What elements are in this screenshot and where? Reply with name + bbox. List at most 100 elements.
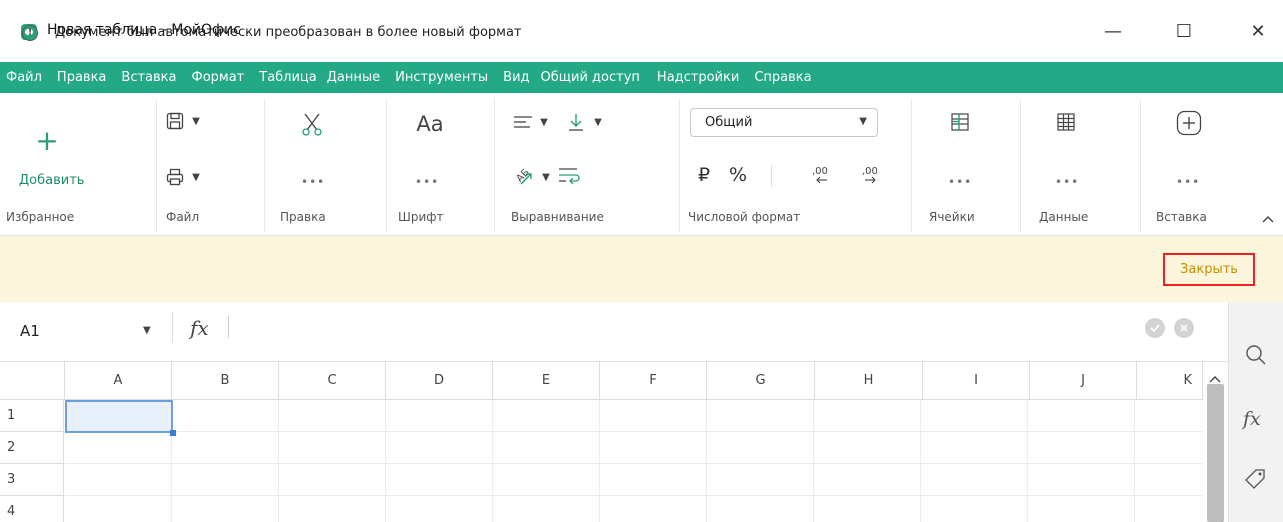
- ribbon-divider: [386, 99, 387, 232]
- notification-bar: [0, 236, 1283, 302]
- horizontal-align-chevron-icon[interactable]: ▼: [538, 116, 550, 128]
- number-format-select[interactable]: Общий ▼: [690, 108, 878, 137]
- cells-more-icon[interactable]: •••: [948, 175, 972, 189]
- horizontal-align-icon[interactable]: [512, 113, 534, 131]
- data-table-icon[interactable]: [1055, 111, 1077, 133]
- row-header[interactable]: 1: [0, 400, 64, 432]
- menu-data[interactable]: Данные: [327, 70, 380, 85]
- fill-handle[interactable]: [170, 430, 176, 436]
- save-icon[interactable]: [165, 110, 185, 132]
- collapse-ribbon-chevron-icon[interactable]: [1260, 211, 1276, 227]
- save-dropdown-chevron-icon[interactable]: ▼: [190, 115, 202, 127]
- group-label-cells: Ячейки: [929, 210, 975, 224]
- font-icon[interactable]: Aa: [410, 111, 450, 137]
- column-header[interactable]: K: [1137, 362, 1203, 400]
- fx-icon[interactable]: fx: [190, 316, 209, 340]
- search-icon[interactable]: [1245, 344, 1267, 370]
- column-header[interactable]: C: [279, 362, 386, 400]
- add-icon[interactable]: +: [34, 124, 60, 157]
- menu-bar: Файл Правка Вставка Формат Таблица Данны…: [0, 62, 1283, 93]
- group-label-alignment: Выравнивание: [511, 210, 604, 224]
- column-header[interactable]: J: [1030, 362, 1137, 400]
- cell-reference-chevron-icon[interactable]: ▼: [143, 325, 151, 336]
- vertical-align-icon[interactable]: [566, 111, 586, 133]
- cells-icon[interactable]: [949, 111, 971, 133]
- formula-bar: [0, 302, 1228, 362]
- svg-text:,00: ,00: [812, 166, 828, 177]
- formula-input[interactable]: [228, 316, 229, 338]
- minimize-button[interactable]: —: [1093, 14, 1133, 48]
- print-dropdown-chevron-icon[interactable]: ▼: [190, 171, 202, 183]
- ribbon-divider: [679, 99, 680, 232]
- data-more-icon[interactable]: •••: [1055, 175, 1079, 189]
- add-favorite-button[interactable]: Добавить: [19, 173, 84, 188]
- column-header[interactable]: H: [815, 362, 923, 400]
- ribbon: + Добавить Избранное ▼ ▼ Файл ••• Правка…: [0, 93, 1283, 236]
- formula-divider: [172, 312, 173, 342]
- selected-cell-a1[interactable]: [65, 400, 173, 433]
- insert-icon[interactable]: [1175, 109, 1203, 137]
- menu-addons[interactable]: Надстройки: [657, 70, 739, 85]
- menu-view[interactable]: Вид: [503, 70, 529, 85]
- spreadsheet-grid: A B C D E F G H I J K 1 2 3 4: [0, 362, 1203, 522]
- number-format-value: Общий: [705, 115, 753, 130]
- group-label-number-format: Числовой формат: [688, 210, 801, 224]
- menu-help[interactable]: Справка: [754, 70, 811, 85]
- group-label-file: Файл: [166, 210, 200, 224]
- column-header[interactable]: B: [172, 362, 279, 400]
- decrease-decimal-icon[interactable]: ,00: [810, 163, 832, 187]
- scroll-thumb[interactable]: [1207, 384, 1224, 522]
- text-rotation-chevron-icon[interactable]: ▼: [540, 171, 552, 183]
- group-label-font: Шрифт: [398, 210, 444, 224]
- ribbon-divider: [156, 99, 157, 232]
- tag-icon[interactable]: [1244, 468, 1266, 494]
- group-label-edit: Правка: [280, 210, 326, 224]
- column-header[interactable]: G: [707, 362, 815, 400]
- menu-tools[interactable]: Инструменты: [395, 70, 488, 85]
- column-header[interactable]: A: [65, 362, 172, 400]
- close-window-button[interactable]: ✕: [1238, 14, 1278, 48]
- column-header[interactable]: D: [386, 362, 493, 400]
- vertical-scrollbar[interactable]: [1203, 362, 1228, 522]
- row-header[interactable]: 4: [0, 496, 64, 522]
- row-header[interactable]: 3: [0, 464, 64, 496]
- ribbon-divider: [1020, 99, 1021, 232]
- row-header[interactable]: 2: [0, 432, 64, 464]
- menu-insert[interactable]: Вставка: [121, 70, 176, 85]
- cell-area[interactable]: [65, 400, 1203, 522]
- cell-reference-field[interactable]: A1: [20, 322, 40, 340]
- numfmt-divider: [771, 165, 772, 187]
- wrap-text-icon[interactable]: [556, 165, 582, 185]
- menu-sharing[interactable]: Общий доступ: [541, 70, 640, 85]
- cut-icon[interactable]: [300, 112, 324, 136]
- column-header[interactable]: F: [600, 362, 707, 400]
- notification-text: Документ был автоматически преобразован …: [55, 25, 522, 40]
- select-all-corner[interactable]: [0, 362, 65, 400]
- svg-text:,00: ,00: [862, 166, 878, 177]
- ribbon-divider: [494, 99, 495, 232]
- ribbon-divider: [911, 99, 912, 232]
- ribbon-divider: [1140, 99, 1141, 232]
- menu-format[interactable]: Формат: [192, 70, 245, 85]
- group-label-insert: Вставка: [1156, 210, 1207, 224]
- close-notification-button[interactable]: Закрыть: [1163, 253, 1255, 286]
- group-label-favorites: Избранное: [6, 210, 75, 224]
- menu-edit[interactable]: Правка: [57, 70, 106, 85]
- edit-more-icon[interactable]: •••: [301, 175, 325, 189]
- menu-file[interactable]: Файл: [6, 70, 42, 85]
- maximize-button[interactable]: ☐: [1164, 14, 1204, 48]
- text-rotation-icon[interactable]: АБ: [512, 163, 536, 187]
- column-header[interactable]: I: [923, 362, 1030, 400]
- print-icon[interactable]: [165, 166, 185, 188]
- cancel-formula-icon[interactable]: [1174, 318, 1194, 338]
- functions-panel-icon[interactable]: fx: [1243, 408, 1261, 430]
- vertical-align-chevron-icon[interactable]: ▼: [592, 116, 604, 128]
- insert-more-icon[interactable]: •••: [1176, 175, 1200, 189]
- percent-format-icon[interactable]: %: [726, 163, 750, 187]
- increase-decimal-icon[interactable]: ,00: [860, 163, 882, 187]
- currency-format-icon[interactable]: ₽: [693, 163, 715, 187]
- menu-table[interactable]: Таблица: [259, 70, 317, 85]
- column-header[interactable]: E: [493, 362, 600, 400]
- font-more-icon[interactable]: •••: [415, 175, 439, 189]
- confirm-formula-icon[interactable]: [1145, 318, 1165, 338]
